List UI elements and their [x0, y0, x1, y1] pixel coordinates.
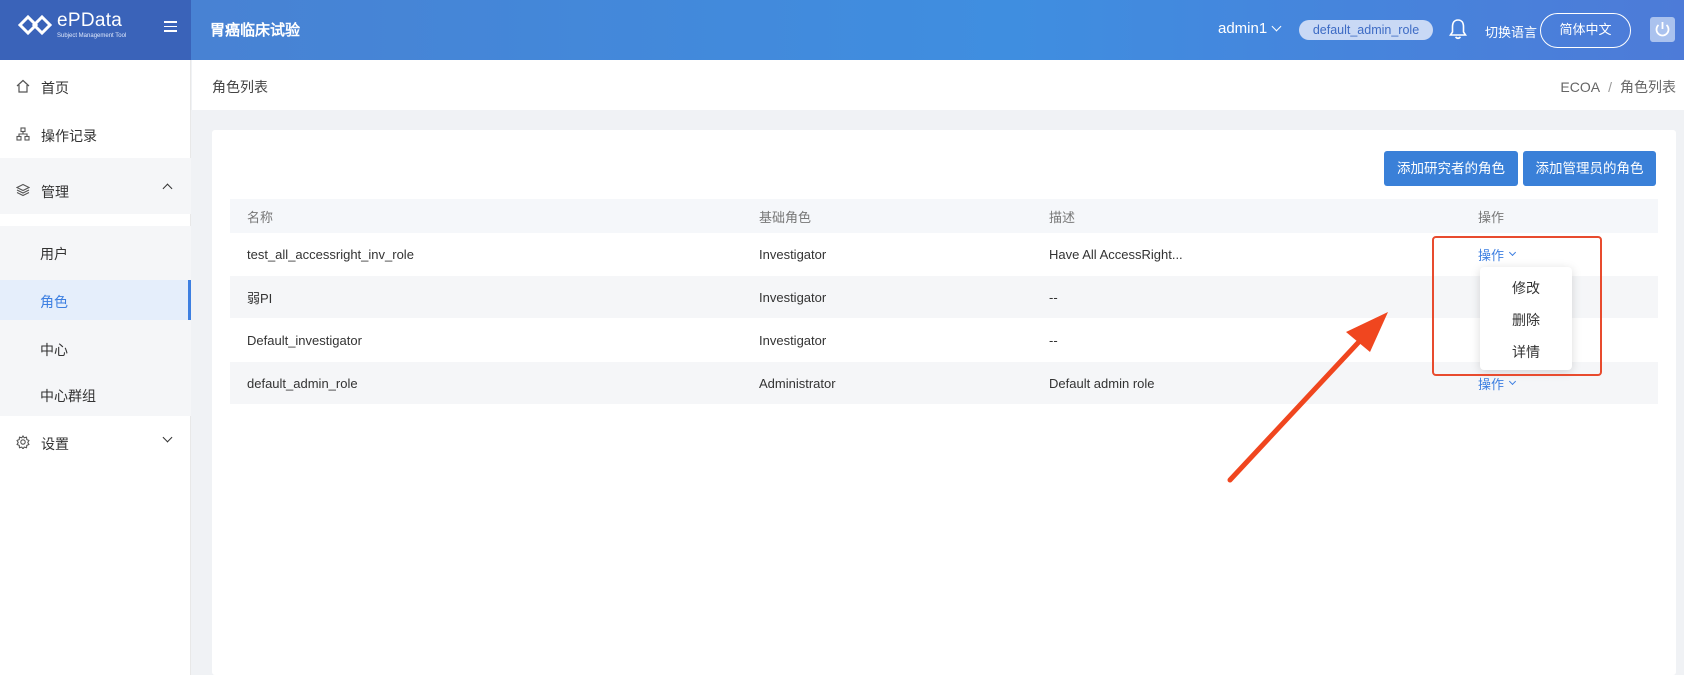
sidebar-item-label: 首页: [41, 80, 69, 96]
breadcrumb-separator: /: [1608, 79, 1612, 95]
sidebar-item-operation-log[interactable]: 操作记录: [0, 110, 191, 158]
project-title: 胃癌临床试验: [210, 22, 301, 39]
sidebar-item-center-groups[interactable]: 中心群组: [0, 374, 191, 414]
cell-base-role: Investigator: [759, 332, 827, 348]
content-panel: 添加研究者的角色 添加管理员的角色 名称 基础角色 描述 操作 test_all…: [212, 130, 1676, 675]
chevron-down-icon: [162, 432, 173, 443]
breadcrumb-current: 角色列表: [1620, 79, 1676, 95]
breadcrumb-bar: 角色列表 ECOA / 角色列表: [192, 60, 1684, 110]
cell-description: Have All AccessRight...: [1049, 246, 1183, 262]
cell-base-role: Investigator: [759, 246, 827, 262]
sidebar-item-users[interactable]: 用户: [0, 232, 191, 272]
breadcrumb-root[interactable]: ECOA: [1560, 79, 1600, 95]
actions-dropdown-trigger[interactable]: 操作: [1478, 374, 1517, 393]
actions-label: 操作: [1478, 376, 1505, 392]
role-badge: default_admin_role: [1299, 20, 1433, 40]
cell-base-role: Investigator: [759, 289, 827, 305]
menu-toggle-icon[interactable]: [164, 21, 177, 33]
user-name: admin1: [1218, 20, 1268, 37]
annotation-arrow-icon: [1227, 312, 1388, 483]
submenu-label: 角色: [40, 294, 68, 310]
switch-language-label: 切换语言: [1485, 25, 1538, 40]
annotation-highlight-box: [1432, 236, 1602, 376]
submenu-label: 中心群组: [40, 388, 96, 404]
add-admin-role-button[interactable]: 添加管理员的角色: [1523, 151, 1656, 186]
column-header-name: 名称: [247, 209, 274, 225]
sidebar-divider: [0, 158, 191, 166]
sidebar: 首页 操作记录 管理 用户 角色 中心 中心群组 设置: [0, 60, 191, 675]
top-header: ePData Subject Management Tool 胃癌临床试验 ad…: [0, 0, 1684, 60]
user-menu[interactable]: admin1: [1218, 20, 1282, 37]
sidebar-item-roles[interactable]: 角色: [0, 280, 191, 320]
column-header-actions: 操作: [1478, 209, 1505, 225]
chevron-down-icon: [1508, 377, 1517, 385]
cell-name: 弱PI: [247, 290, 273, 306]
sidebar-item-home[interactable]: 首页: [0, 62, 191, 110]
table-header: 名称 基础角色 描述 操作: [230, 199, 1658, 233]
cell-description: --: [1049, 332, 1058, 348]
submenu-label: 中心: [40, 342, 68, 358]
breadcrumb: ECOA / 角色列表: [1560, 77, 1676, 97]
logo-area: ePData Subject Management Tool: [0, 0, 191, 60]
sidebar-item-manage[interactable]: 管理: [0, 166, 191, 214]
cell-name: Default_investigator: [247, 332, 362, 348]
home-icon: [16, 79, 30, 93]
page-title: 角色列表: [212, 79, 268, 95]
cell-description: --: [1049, 289, 1058, 305]
cell-name: default_admin_role: [247, 375, 358, 391]
sidebar-item-label: 操作记录: [41, 128, 97, 144]
sidebar-item-label: 设置: [41, 436, 69, 452]
column-header-base-role: 基础角色: [759, 209, 812, 225]
cell-description: Default admin role: [1049, 375, 1155, 391]
sidebar-divider: [0, 414, 191, 416]
power-icon[interactable]: [1650, 17, 1675, 42]
chevron-down-icon: [1271, 21, 1282, 32]
submenu-label: 用户: [40, 246, 68, 262]
cell-base-role: Administrator: [759, 375, 836, 391]
layers-icon: [16, 183, 30, 197]
sidebar-item-settings[interactable]: 设置: [0, 418, 191, 466]
logo-icon: [18, 14, 52, 36]
logo-name: ePData: [57, 10, 123, 31]
column-header-description: 描述: [1049, 209, 1076, 225]
sidebar-item-label: 管理: [41, 184, 69, 200]
language-button[interactable]: 简体中文: [1540, 13, 1631, 48]
add-investigator-role-button[interactable]: 添加研究者的角色: [1384, 151, 1518, 186]
logo-subtitle: Subject Management Tool: [57, 33, 127, 39]
sidebar-item-centers[interactable]: 中心: [0, 328, 191, 368]
sitemap-icon: [16, 127, 30, 141]
cell-name: test_all_accessright_inv_role: [247, 246, 414, 262]
gear-icon: [16, 435, 30, 449]
bell-icon[interactable]: [1449, 18, 1467, 40]
chevron-up-icon: [162, 183, 173, 194]
manage-submenu: 用户 角色 中心 中心群组: [0, 226, 191, 414]
